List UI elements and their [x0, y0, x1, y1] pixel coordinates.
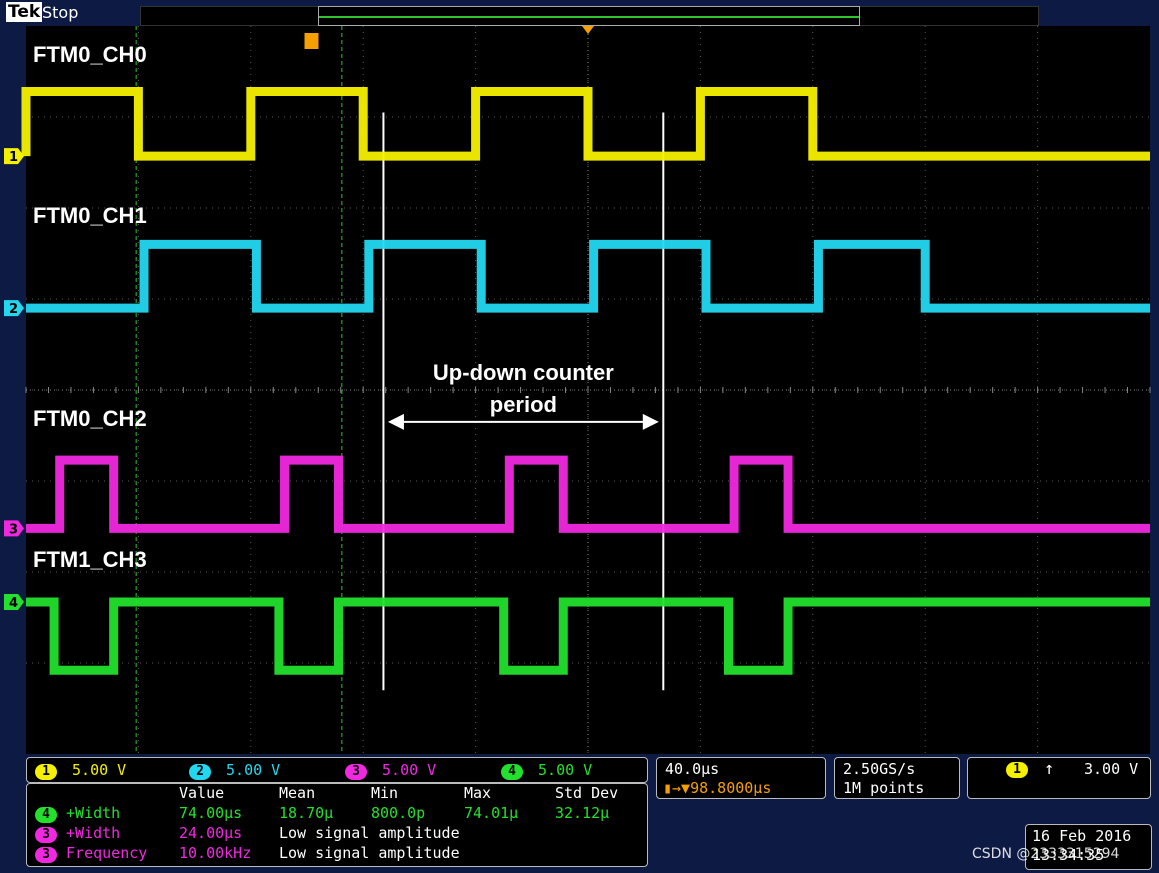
header-std-dev: Std Dev — [555, 784, 619, 802]
meas-2-value: 24.00μs — [179, 824, 243, 842]
channel-marker-1: 1 — [4, 148, 24, 165]
channel-marker-number: 4 — [9, 596, 18, 611]
meas-row-3: 3 Frequency — [35, 844, 147, 863]
ch1-scale[interactable]: 1 5.00 V — [35, 761, 126, 780]
series-label: FTM0_CH2 — [33, 406, 147, 431]
ch4-scale[interactable]: 4 5.00 V — [501, 761, 592, 780]
channel-marker-4: 4 — [4, 594, 24, 611]
channel-marker-2: 2 — [4, 300, 24, 317]
channel-marker-number: 3 — [9, 522, 18, 537]
meas-row-2: 3 +Width — [35, 824, 120, 843]
channel-marker-number: 2 — [9, 302, 18, 317]
timebase-scale: 40.0μs — [665, 760, 720, 778]
sample-rate: 2.50GS/s — [843, 760, 916, 778]
header-min: Min — [371, 784, 399, 802]
meas-1-value: 74.00μs — [179, 804, 243, 822]
ch3-scale[interactable]: 3 5.00 V — [345, 761, 436, 780]
channel-marker-number: 1 — [9, 150, 18, 165]
meas-2-note: Low signal amplitude — [279, 824, 460, 842]
series-label: FTM0_CH0 — [33, 42, 147, 67]
series-label: FTM0_CH1 — [33, 203, 147, 228]
meas-3-value: 10.00kHz — [179, 844, 252, 862]
trigger-source: 1 — [1006, 762, 1028, 778]
meas-row-1: 4 +Width — [35, 804, 120, 823]
meas-1-min: 800.0p — [371, 804, 426, 822]
series-label: FTM1_CH3 — [33, 547, 147, 572]
annotation-line-1: Up-down counter — [433, 360, 614, 385]
trigger-position-icon: ▮→▼ — [663, 779, 691, 797]
record-length: 1M points — [843, 779, 925, 797]
channel-marker-3: 3 — [4, 520, 24, 537]
annotation-line-2: period — [490, 392, 557, 417]
trigger-level: 3.00 V — [1084, 760, 1139, 778]
trigger-position: ▮→▼98.8000μs — [663, 779, 772, 797]
header-value: Value — [179, 784, 225, 802]
header-mean: Mean — [279, 784, 316, 802]
rising-edge-icon: ↑ — [1044, 759, 1055, 779]
ch2-scale[interactable]: 2 5.00 V — [189, 761, 280, 780]
measurements-panel: Value Mean Min Max Std Dev 4 +Width 74.0… — [26, 783, 648, 867]
channel-scales: 1 5.00 V 2 5.00 V 3 5.00 V 4 5.00 V — [26, 757, 648, 783]
trigger-marker-icon — [304, 33, 319, 49]
waveform-plot: 1 2 3 4 FTM0_CH0 FTM0_CH1 FTM0_CH2 FTM1_CH3 Up… — [4, 26, 1151, 754]
header-max: Max — [464, 784, 492, 802]
oscilloscope-screen: Tek Stop 1234 FTM0_CH0 FTM0_CH1 FTM0_CH2 FT… — [0, 0, 1159, 873]
meas-3-note: Low signal amplitude — [279, 844, 460, 862]
timebase-panel[interactable]: 40.0μs ▮→▼98.8000μs — [656, 757, 826, 799]
meas-1-mean: 18.70μ — [279, 804, 334, 822]
meas-1-std: 32.12μ — [555, 804, 610, 822]
acquisition-panel[interactable]: 2.50GS/s 1M points — [834, 757, 960, 799]
meas-1-max: 74.01μ — [464, 804, 519, 822]
trigger-panel[interactable]: 1 ↑ 3.00 V — [967, 757, 1151, 799]
date-text: 16 Feb 2016 — [1032, 827, 1132, 845]
watermark: CSDN @2333315294 — [972, 846, 1120, 862]
